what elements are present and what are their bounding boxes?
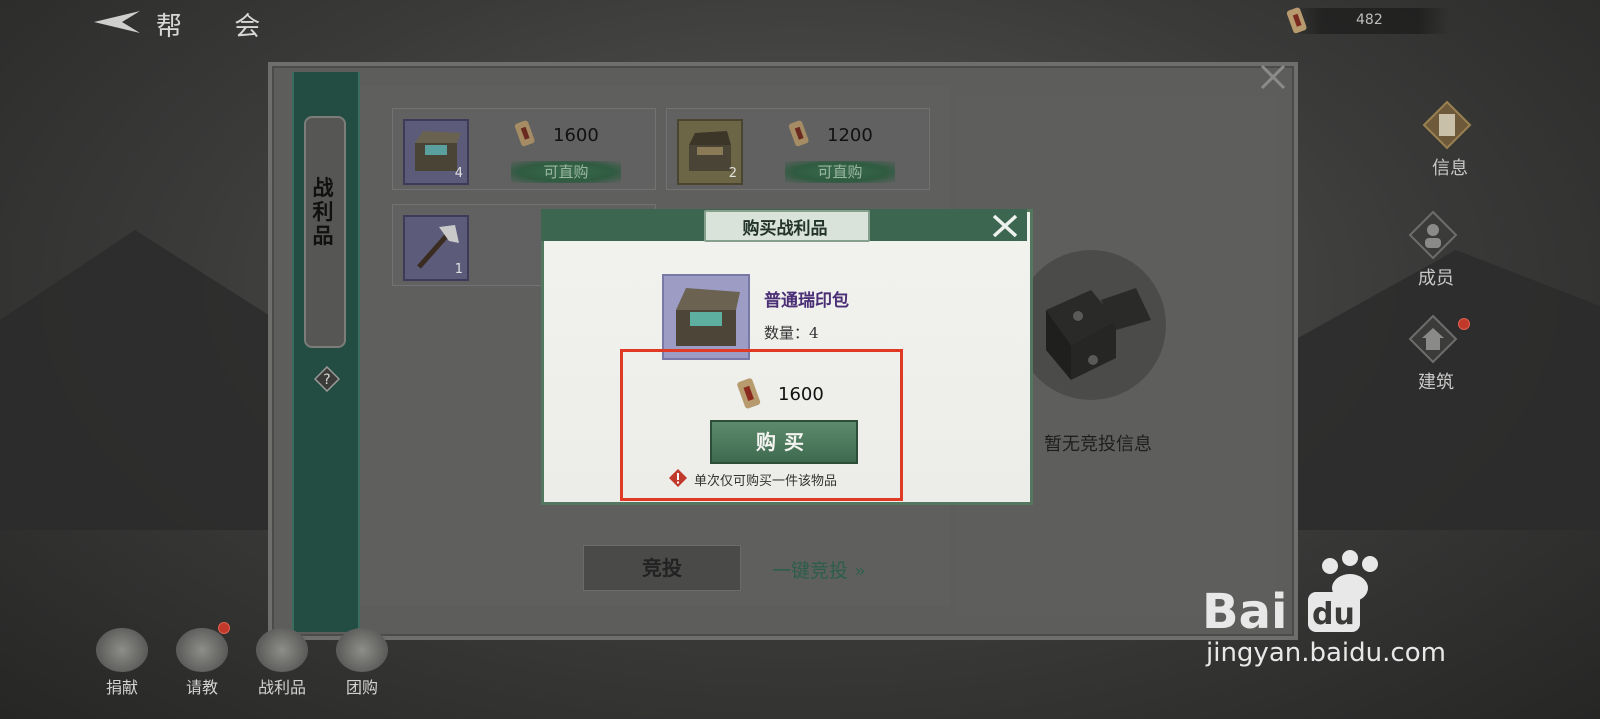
- nav-groupbuy[interactable]: 团购: [332, 628, 392, 698]
- loot-icon: [256, 628, 308, 672]
- member-icon: [1408, 210, 1458, 260]
- nav-donate[interactable]: 捐献: [92, 628, 152, 698]
- item-price: 1600: [553, 125, 599, 146]
- notification-dot: [1458, 318, 1470, 330]
- notification-dot: [218, 622, 230, 634]
- item-count: 1: [454, 262, 463, 277]
- dice-icon: [1016, 250, 1166, 400]
- nav-buildings-label: 建筑: [1418, 372, 1454, 393]
- page-title: 帮 会: [156, 12, 283, 42]
- panel-close-icon[interactable]: [1258, 62, 1288, 92]
- help-icon[interactable]: ?: [314, 366, 340, 392]
- scroll-currency-icon: [788, 120, 809, 147]
- axe-icon: 1: [403, 215, 469, 281]
- consult-icon: [176, 628, 228, 672]
- svg-text:?: ?: [323, 372, 330, 388]
- item-count: 2: [728, 166, 737, 181]
- highlight-annotation: [620, 349, 903, 501]
- scroll-icon: [1422, 100, 1472, 150]
- tab-loot-label: 战利品: [312, 175, 334, 248]
- loot-item-card[interactable]: 4 1600 可直购: [392, 108, 656, 190]
- building-icon: [1408, 314, 1458, 364]
- empty-bid-text: 暂无竞投信息: [1044, 434, 1152, 455]
- treasure-box-icon: 4: [403, 119, 469, 185]
- donate-icon: [96, 628, 148, 672]
- groupbuy-icon: [336, 628, 388, 672]
- nav-members-label: 成员: [1418, 268, 1454, 289]
- top-bar: 帮 会 482: [0, 0, 1600, 46]
- nav-info[interactable]: 信息: [1422, 100, 1478, 180]
- nav-loot-label: 战利品: [257, 678, 306, 697]
- direct-buy-label[interactable]: 可直购: [511, 161, 621, 183]
- dialog-item-name: 普通瑞印包: [764, 291, 849, 311]
- item-count: 4: [454, 166, 463, 181]
- item-price: 1200: [827, 125, 873, 146]
- nav-groupbuy-label: 团购: [345, 678, 378, 697]
- dialog-item-quantity: 数量：4: [764, 324, 819, 342]
- back-arrow-icon[interactable]: [92, 8, 142, 36]
- bid-button[interactable]: 竞投: [583, 545, 741, 591]
- treasure-box-icon: [662, 274, 750, 360]
- scroll-currency-icon: [1286, 7, 1307, 34]
- nav-members[interactable]: 成员: [1408, 210, 1464, 290]
- oneclick-bid-button[interactable]: 一键竞投 »: [772, 556, 866, 583]
- nav-consult[interactable]: 请教: [172, 628, 232, 698]
- dialog-close-icon[interactable]: [988, 212, 1020, 240]
- svg-text:du: du: [1312, 597, 1355, 632]
- watermark-url: jingyan.baidu.com: [1206, 638, 1446, 668]
- loot-item-card[interactable]: 2 1200 可直购: [666, 108, 930, 190]
- nav-consult-label: 请教: [185, 678, 218, 697]
- direct-buy-label[interactable]: 可直购: [785, 161, 895, 183]
- nav-donate-label: 捐献: [105, 678, 138, 697]
- currency-value: 482: [1356, 12, 1383, 28]
- nav-info-label: 信息: [1432, 158, 1468, 179]
- svg-text:Bai: Bai: [1202, 584, 1287, 640]
- nav-loot[interactable]: 战利品: [252, 628, 312, 698]
- background-roof-left: [0, 230, 300, 530]
- scroll-currency-icon: [514, 120, 535, 147]
- treasure-box-icon: 2: [677, 119, 743, 185]
- nav-buildings[interactable]: 建筑: [1408, 314, 1464, 394]
- dialog-title: 购买战利品: [742, 219, 828, 239]
